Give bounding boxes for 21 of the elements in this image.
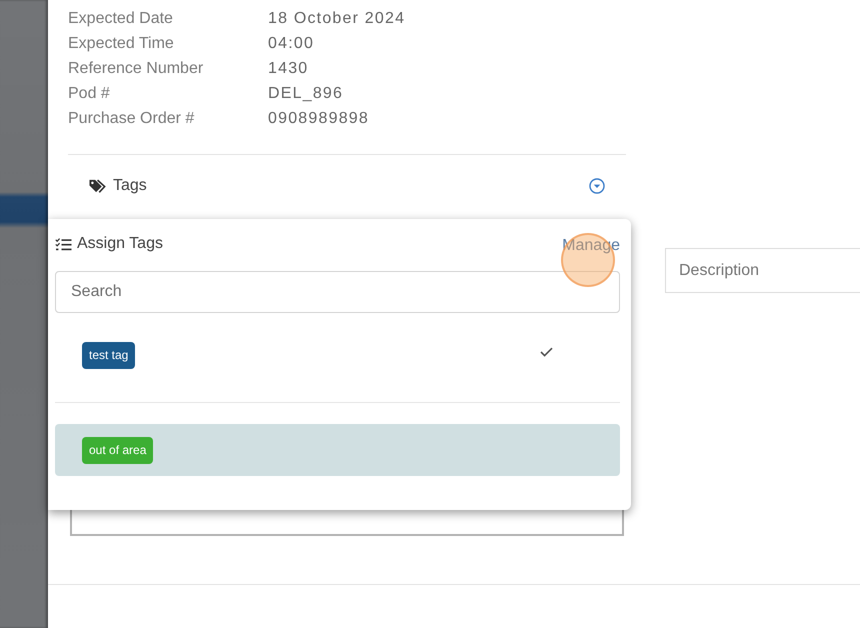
field-label: Purchase Order # [68,109,194,129]
tag-label: out of area [82,436,154,464]
popup-title: Assign Tags [77,235,163,253]
tag-option[interactable]: test tag [55,329,620,381]
search-field[interactable]: Search [55,271,620,313]
tag-label: test tag [82,342,136,368]
field-label: Expected Date [68,9,173,29]
section-title: Tags [113,177,147,195]
field-value: DEL_896 [268,84,344,104]
tags-icon [89,178,107,194]
field-value: 0908989898 [268,109,369,129]
field-value: 18 October 2024 [268,9,406,29]
field-label: Pod # [68,84,110,104]
dropdown-circle-icon[interactable] [589,178,605,194]
field-value: 1430 [268,59,308,79]
tag-option[interactable]: out of area [55,424,620,476]
checklist-icon [55,238,72,250]
field-value: 04:00 [268,34,314,54]
field-label: Expected Time [68,34,174,54]
description-field[interactable]: Description [665,248,860,293]
field-label: Reference Number [68,59,204,79]
